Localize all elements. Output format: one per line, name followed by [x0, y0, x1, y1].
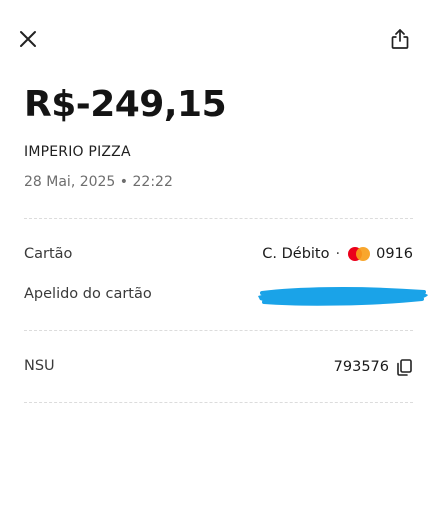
- card-type: C. Débito: [262, 246, 330, 262]
- share-icon: [391, 29, 409, 49]
- close-icon: [20, 31, 36, 47]
- card-label: Cartão: [24, 246, 73, 262]
- copy-button[interactable]: [395, 358, 413, 376]
- copy-icon: [397, 358, 412, 376]
- redaction-scribble: [258, 287, 428, 306]
- mastercard-yellow-circle: [356, 247, 371, 261]
- top-bar: [0, 0, 437, 80]
- card-value: C. Débito · 0916: [262, 246, 413, 262]
- divider: [24, 218, 413, 219]
- nsu-label: NSU: [24, 358, 55, 374]
- nsu-value: 793576: [333, 359, 389, 375]
- nsu-value-group: 793576: [334, 358, 413, 376]
- close-button[interactable]: [12, 23, 44, 55]
- divider: [24, 330, 413, 331]
- card-last-digits: 0916: [376, 246, 413, 262]
- transaction-amount: R$-249,15: [24, 84, 227, 125]
- transaction-datetime: 28 Mai, 2025 • 22:22: [24, 174, 173, 190]
- card-separator: ·: [335, 246, 341, 262]
- nickname-label: Apelido do cartão: [24, 286, 152, 302]
- mastercard-logo-icon: [348, 247, 371, 261]
- divider: [24, 402, 413, 403]
- merchant-name: IMPERIO PIZZA: [24, 144, 131, 160]
- share-button[interactable]: [384, 23, 416, 55]
